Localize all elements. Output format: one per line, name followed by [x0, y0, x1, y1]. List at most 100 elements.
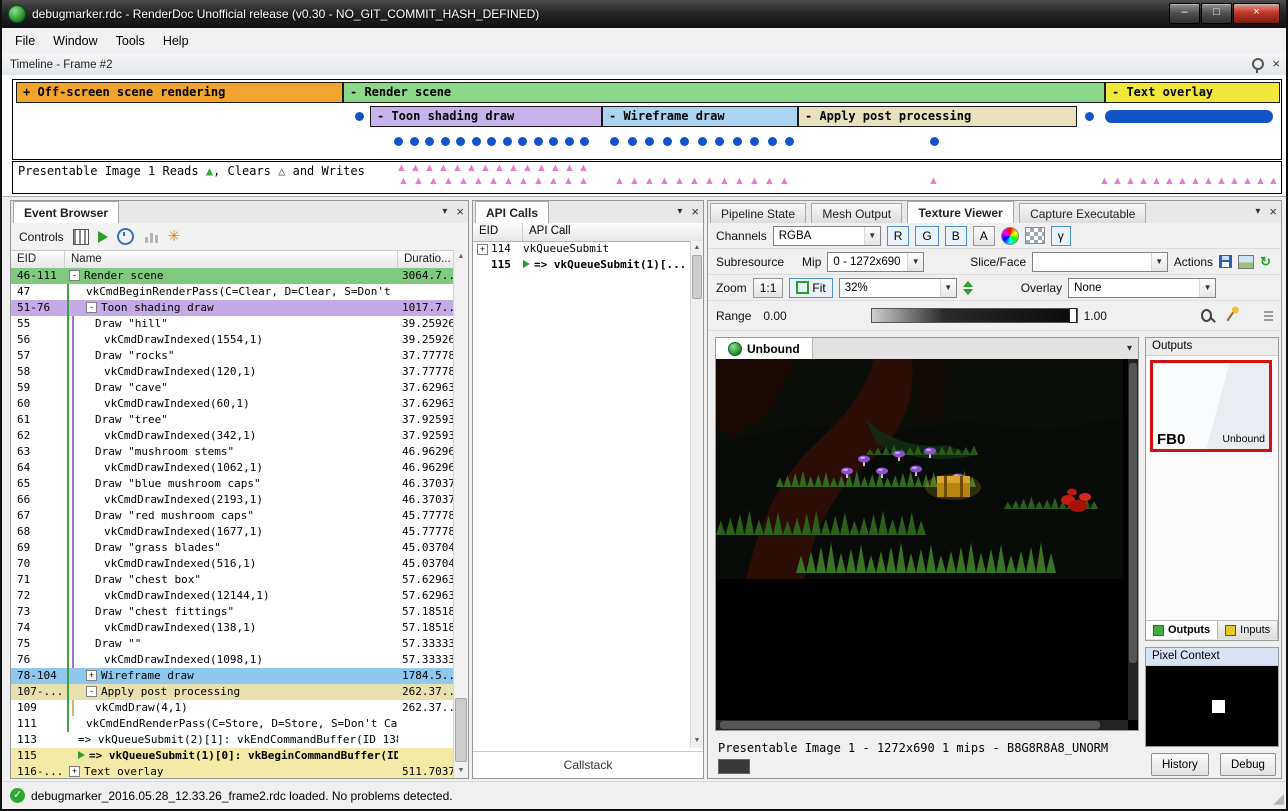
slice-face-select[interactable]: ▼ — [1032, 252, 1167, 272]
resize-grip[interactable]: ◢ — [1273, 790, 1284, 807]
expander-icon[interactable]: - — [69, 270, 80, 281]
pin-icon[interactable] — [1252, 58, 1264, 70]
mip-select[interactable]: 0 - 1272x690▼ — [827, 252, 924, 272]
timeline-draw-dot[interactable] — [715, 137, 724, 146]
usage-marker-triangle[interactable]: ▲ — [438, 163, 449, 174]
timeline-draw-dot[interactable] — [785, 137, 794, 146]
channels-select[interactable]: RGBA▼ — [773, 226, 881, 246]
timeline-draw-dot[interactable] — [628, 137, 637, 146]
usage-marker-triangle[interactable]: ▲ — [928, 176, 939, 187]
tab-outputs[interactable]: Outputs — [1146, 621, 1218, 639]
timeline-draw-dot[interactable] — [733, 137, 742, 146]
timeline-section-bar[interactable]: - Apply post processing — [798, 106, 1077, 127]
api-call-row[interactable]: 115=> vkQueueSubmit(1)[... — [473, 257, 691, 273]
usage-marker-triangle[interactable]: ▲ — [413, 176, 424, 187]
usage-marker-triangle[interactable]: ▲ — [428, 176, 439, 187]
debug-button[interactable]: Debug — [1220, 753, 1276, 776]
usage-marker-triangle[interactable]: ▲ — [1255, 176, 1266, 187]
event-row[interactable]: 115=> vkQueueSubmit(1)[0]: vkBeginComman… — [11, 748, 454, 764]
tab-mesh-output[interactable]: Mesh Output — [811, 203, 902, 224]
zoom-fit-button[interactable]: Fit — [789, 278, 832, 298]
usage-marker-triangle[interactable]: ▲ — [1216, 176, 1227, 187]
timeline-section-bar[interactable]: - Wireframe draw — [602, 106, 798, 127]
usage-marker-triangle[interactable]: ▲ — [563, 176, 574, 187]
event-row[interactable]: 116-...+Text overlay511.7037 — [11, 764, 454, 778]
event-browser-scrollbar[interactable]: ▲ ▼ — [453, 250, 468, 778]
scrollbar-thumb[interactable] — [455, 698, 467, 762]
usage-marker-triangle[interactable]: ▲ — [1268, 176, 1279, 187]
event-row[interactable]: 60vkCmdDrawIndexed(60,1)37.62963 — [11, 396, 454, 412]
usage-marker-triangle[interactable]: ▲ — [1190, 176, 1201, 187]
event-row[interactable]: 69Draw "grass blades"45.03704 — [11, 540, 454, 556]
column-duration[interactable]: Duratio... — [398, 251, 454, 269]
gamma-button[interactable]: γ — [1051, 226, 1071, 246]
auto-range-wand-icon[interactable] — [1226, 310, 1235, 322]
magnifier-icon[interactable] — [1201, 309, 1212, 322]
timeline-draw-dot[interactable] — [355, 112, 364, 121]
timeline-draw-dot[interactable] — [645, 137, 654, 146]
timeline-draw-dot[interactable] — [930, 137, 939, 146]
tab-event-browser[interactable]: Event Browser — [13, 201, 119, 224]
event-row[interactable]: 70vkCmdDrawIndexed(516,1)45.03704 — [11, 556, 454, 572]
close-button[interactable]: × — [1233, 3, 1280, 24]
usage-marker-triangle[interactable]: ▲ — [1125, 176, 1136, 187]
scroll-up-icon[interactable]: ▲ — [691, 241, 703, 255]
event-row[interactable]: 74vkCmdDrawIndexed(138,1)57.18518 — [11, 620, 454, 636]
tab-texture-viewer[interactable]: Texture Viewer — [907, 201, 1013, 224]
event-row[interactable]: 51-76-Toon shading draw1017.7... — [11, 300, 454, 316]
usage-marker-triangle[interactable]: ▲ — [518, 176, 529, 187]
zoom-value-select[interactable]: 32%▼ — [839, 278, 957, 298]
event-row[interactable]: 59Draw "cave"37.62963 — [11, 380, 454, 396]
minimize-button[interactable]: – — [1169, 3, 1200, 24]
maximize-button[interactable]: □ — [1201, 3, 1232, 24]
event-row[interactable]: 111vkCmdEndRenderPass(C=Store, D=Store, … — [11, 716, 454, 732]
timeline-draw-dot[interactable] — [610, 137, 619, 146]
event-row[interactable]: 71Draw "chest box"57.62963 — [11, 572, 454, 588]
panel-close-icon[interactable]: × — [1269, 205, 1277, 218]
column-eid[interactable]: EID — [473, 223, 523, 241]
color-wheel-icon[interactable] — [1001, 227, 1019, 245]
event-row[interactable]: 78-104+Wireframe draw1784.5... — [11, 668, 454, 684]
timeline-draw-dot[interactable] — [534, 137, 543, 146]
range-slider[interactable] — [871, 308, 1078, 323]
expander-icon[interactable]: + — [69, 766, 80, 777]
column-eid[interactable]: EID — [11, 251, 65, 269]
event-row[interactable]: 73Draw "chest fittings"57.18518 — [11, 604, 454, 620]
texture-vscrollbar[interactable] — [1128, 359, 1138, 720]
usage-marker-triangle[interactable]: ▲ — [749, 176, 760, 187]
fb0-thumbnail[interactable]: FB0 Unbound — [1150, 360, 1272, 452]
scroll-down-icon[interactable]: ▼ — [691, 734, 703, 748]
usage-marker-triangle[interactable]: ▲ — [1242, 176, 1253, 187]
usage-marker-triangle[interactable]: ▲ — [674, 176, 685, 187]
usage-marker-triangle[interactable]: ▲ — [644, 176, 655, 187]
event-row[interactable]: 113=> vkQueueSubmit(2)[1]: vkEndCommandB… — [11, 732, 454, 748]
usage-marker-triangle[interactable]: ▲ — [396, 163, 407, 174]
refresh-icon[interactable]: ↻ — [1260, 254, 1271, 270]
history-button[interactable]: History — [1151, 753, 1209, 776]
blue-channel-button[interactable]: B — [945, 226, 967, 246]
event-row[interactable]: 64vkCmdDrawIndexed(1062,1)46.96296 — [11, 460, 454, 476]
timeline-draw-dot[interactable] — [456, 137, 465, 146]
usage-marker-triangle[interactable]: ▲ — [503, 176, 514, 187]
timeline-draw-dot[interactable] — [663, 137, 672, 146]
usage-marker-triangle[interactable]: ▲ — [578, 163, 589, 174]
timeline-draw-dot[interactable] — [441, 137, 450, 146]
usage-marker-triangle[interactable]: ▲ — [473, 176, 484, 187]
jump-to-event-icon[interactable] — [98, 231, 108, 243]
timeline-section-bar[interactable]: - Toon shading draw — [370, 106, 602, 127]
tab-api-calls[interactable]: API Calls — [475, 201, 549, 224]
column-name[interactable]: Name — [65, 251, 398, 269]
timeline-draw-dot[interactable] — [410, 137, 419, 146]
scroll-up-icon[interactable]: ▲ — [454, 250, 468, 264]
usage-marker-triangle[interactable]: ▲ — [488, 176, 499, 187]
menu-file[interactable]: File — [6, 30, 44, 52]
save-texture-icon[interactable] — [1219, 255, 1232, 268]
scroll-down-icon[interactable]: ▼ — [454, 764, 468, 778]
event-row[interactable]: 55Draw "hill"39.25926 — [11, 316, 454, 332]
texture-image[interactable] — [716, 359, 1123, 579]
panel-close-icon[interactable]: × — [691, 205, 699, 218]
usage-marker-triangle[interactable]: ▲ — [458, 176, 469, 187]
scrollbar-thumb[interactable] — [720, 721, 1100, 729]
zoom-1-1-button[interactable]: 1:1 — [753, 278, 784, 298]
usage-marker-triangle[interactable]: ▲ — [443, 176, 454, 187]
